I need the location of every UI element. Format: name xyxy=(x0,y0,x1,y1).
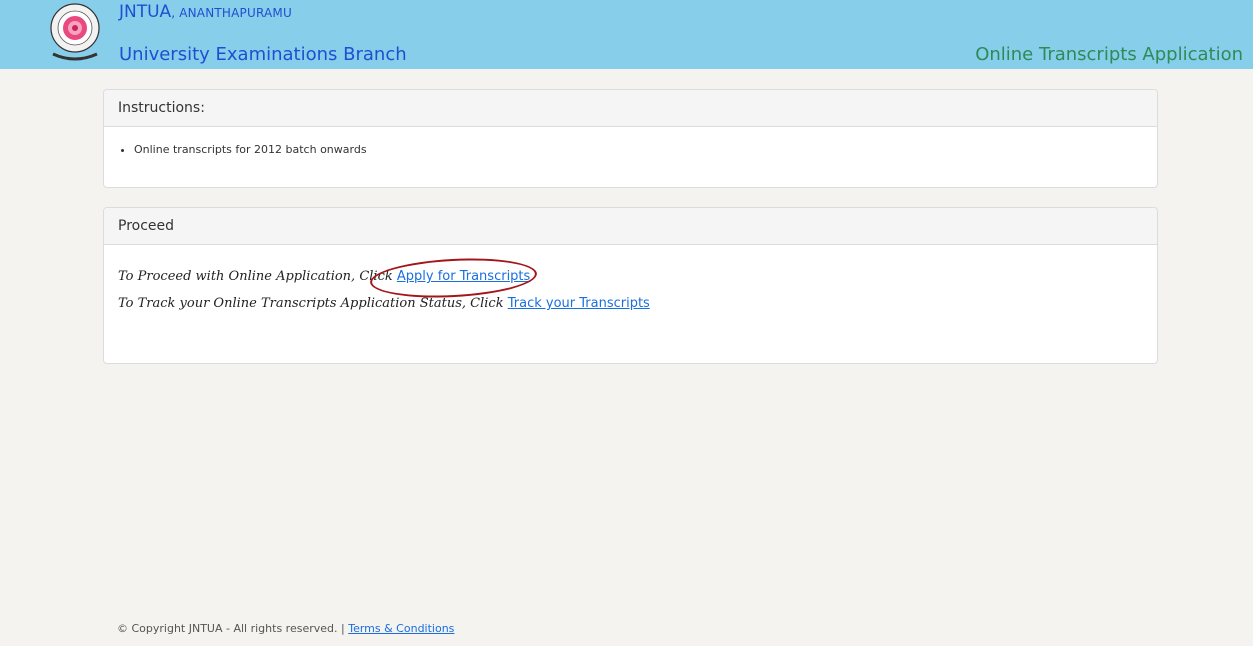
university-logo-icon xyxy=(50,3,100,61)
proceed-panel: Proceed To Proceed with Online Applicati… xyxy=(103,207,1158,364)
instruction-item: Online transcripts for 2012 batch onward… xyxy=(134,143,1157,156)
terms-conditions-link[interactable]: Terms & Conditions xyxy=(348,622,454,635)
instructions-list: Online transcripts for 2012 batch onward… xyxy=(104,143,1157,156)
copyright-text: © Copyright JNTUA - All rights reserved.… xyxy=(117,622,345,635)
app-title: Online Transcripts Application xyxy=(975,44,1243,65)
track-line: To Track your Online Transcripts Applica… xyxy=(118,296,1157,311)
apply-for-transcripts-link[interactable]: Apply for Transcripts xyxy=(397,269,530,284)
university-title: JNTUA, ANANTHAPURAMU xyxy=(119,2,292,22)
footer: © Copyright JNTUA - All rights reserved.… xyxy=(0,600,1253,646)
apply-text: To Proceed with Online Application, Clic… xyxy=(118,269,393,284)
instructions-panel: Instructions: Online transcripts for 201… xyxy=(103,89,1158,188)
track-transcripts-link[interactable]: Track your Transcripts xyxy=(508,296,650,311)
instructions-heading: Instructions: xyxy=(104,90,1157,127)
footer-text: © Copyright JNTUA - All rights reserved.… xyxy=(117,622,454,635)
track-text: To Track your Online Transcripts Applica… xyxy=(118,296,504,311)
university-city: ANANTHAPURAMU xyxy=(179,6,292,20)
university-name: JNTUA xyxy=(119,2,172,22)
header-bar: JNTUA, ANANTHAPURAMU University Examinat… xyxy=(0,0,1253,69)
proceed-heading: Proceed xyxy=(104,208,1157,245)
branch-title: University Examinations Branch xyxy=(119,44,407,65)
apply-line: To Proceed with Online Application, Clic… xyxy=(118,269,1157,284)
